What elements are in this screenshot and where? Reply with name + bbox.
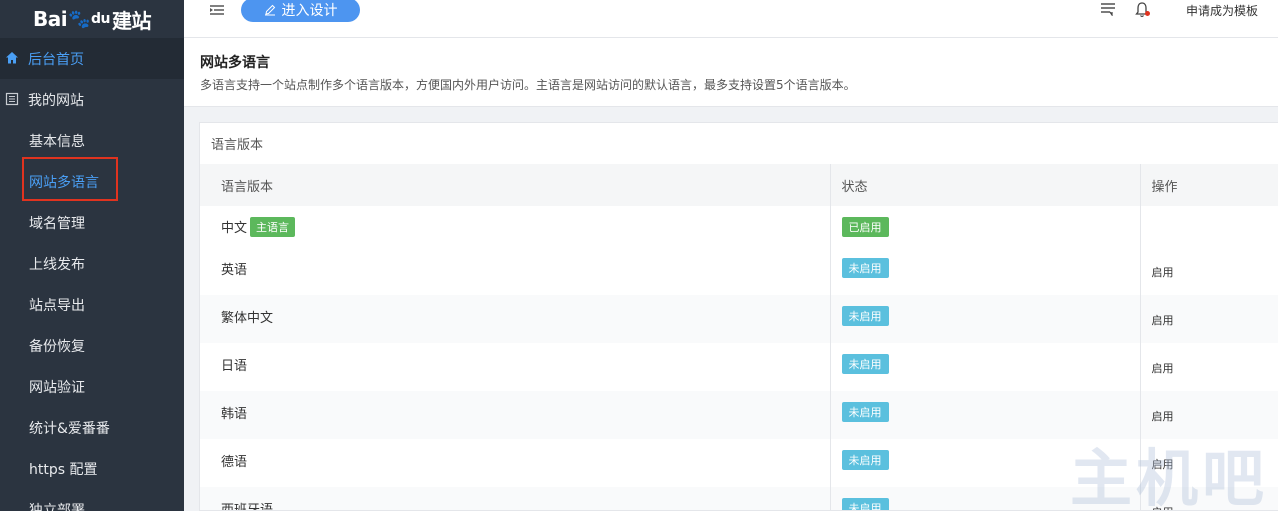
language-name: 德语 (221, 455, 248, 470)
page-description: 多语言支持一个站点制作多个语言版本，方便国内外用户访问。主语言是网站访问的默认语… (200, 78, 856, 92)
sidebar-item-basic-info[interactable]: 基本信息 (0, 120, 184, 161)
language-name: 韩语 (221, 407, 248, 422)
apply-template-link[interactable]: 申请成为模板 (1186, 2, 1258, 19)
card-title: 语言版本 (211, 138, 264, 153)
notification-bell-icon[interactable] (1134, 1, 1150, 19)
sidebar-item-https[interactable]: https 配置 (0, 448, 184, 489)
language-name: 日语 (221, 359, 248, 374)
sidebar-item-stats[interactable]: 统计&爱番番 (0, 407, 184, 448)
sidebar: Bai 🐾 du 建站 后台首页 我的网站 基本信息 网站多语言 域名管理 上线发布 … (0, 0, 184, 511)
enable-button[interactable]: 启用 (1140, 343, 1278, 391)
menu-toggle-icon[interactable] (210, 4, 224, 16)
status-badge: 未启用 (841, 402, 889, 422)
action-link (1140, 206, 1278, 247)
sidebar-item-label: 域名管理 (29, 215, 85, 232)
status-badge: 未启用 (841, 306, 889, 326)
sidebar-item-label: 基本信息 (29, 133, 85, 150)
sidebar-item-deploy[interactable]: 独立部署 (0, 489, 184, 511)
list-icon (5, 92, 19, 106)
baidu-jianzhan-logo[interactable]: Bai 🐾 du 建站 (0, 0, 184, 38)
sidebar-item-label: 统计&爱番番 (29, 420, 110, 437)
paw-icon: 🐾 (68, 8, 91, 30)
language-name: 中文 (221, 221, 248, 236)
sidebar-item-label: 网站验证 (29, 379, 85, 396)
enter-design-button[interactable]: 进入设计 (241, 0, 360, 22)
enable-button[interactable]: 启用 (1140, 295, 1278, 343)
page-title: 网站多语言 (200, 55, 270, 71)
logo-text-du: du (91, 11, 111, 27)
status-badge: 未启用 (841, 258, 889, 278)
sidebar-item-backup[interactable]: 备份恢复 (0, 325, 184, 366)
enter-design-label: 进入设计 (281, 3, 338, 19)
sidebar-item-home[interactable]: 后台首页 (0, 38, 184, 79)
watermark: 主机吧 (1070, 442, 1269, 511)
language-name: 繁体中文 (221, 311, 274, 326)
sidebar-item-label: 备份恢复 (29, 338, 85, 355)
message-icon[interactable] (1100, 2, 1116, 16)
logo-text-bai: Bai (32, 7, 68, 31)
pencil-icon (264, 4, 275, 16)
sidebar-item-my-site[interactable]: 我的网站 (0, 79, 184, 120)
language-name: 英语 (221, 263, 248, 278)
main-language-tag: 主语言 (250, 217, 296, 237)
page-header: 网站多语言 多语言支持一个站点制作多个语言版本，方便国内外用户访问。主语言是网站… (184, 38, 1278, 107)
table-row: 繁体中文 未启用 启用 (200, 295, 1278, 343)
column-header-language: 语言版本 (200, 164, 831, 206)
sidebar-item-label: 站点导出 (29, 297, 85, 314)
table-row: 日语 未启用 启用 (200, 343, 1278, 391)
status-badge: 已启用 (841, 217, 889, 237)
status-badge: 未启用 (841, 354, 889, 374)
status-badge: 未启用 (841, 450, 889, 470)
sidebar-item-domain[interactable]: 域名管理 (0, 202, 184, 243)
sidebar-item-publish[interactable]: 上线发布 (0, 243, 184, 284)
column-header-action: 操作 (1140, 164, 1278, 206)
sidebar-item-label: 独立部署 (29, 502, 85, 511)
table-row: 中文 主语言 已启用 (200, 206, 1278, 247)
sidebar-item-label: https 配置 (29, 461, 98, 478)
logo-text-jianzhan: 建站 (112, 8, 152, 33)
sidebar-item-export[interactable]: 站点导出 (0, 284, 184, 325)
status-badge: 未启用 (841, 498, 889, 510)
notification-dot (1145, 11, 1150, 16)
topbar: 进入设计 申请成为模板 (184, 0, 1278, 38)
highlight-box (22, 157, 118, 201)
home-icon (6, 52, 18, 64)
sidebar-item-label: 后台首页 (28, 51, 84, 68)
sidebar-item-verify[interactable]: 网站验证 (0, 366, 184, 407)
sidebar-item-label: 上线发布 (29, 256, 85, 273)
language-name: 西班牙语 (221, 503, 274, 511)
table-row: 英语 未启用 启用 (200, 247, 1278, 295)
enable-button[interactable]: 启用 (1140, 247, 1278, 295)
column-header-status: 状态 (830, 164, 1141, 206)
sidebar-item-label: 我的网站 (28, 92, 84, 109)
